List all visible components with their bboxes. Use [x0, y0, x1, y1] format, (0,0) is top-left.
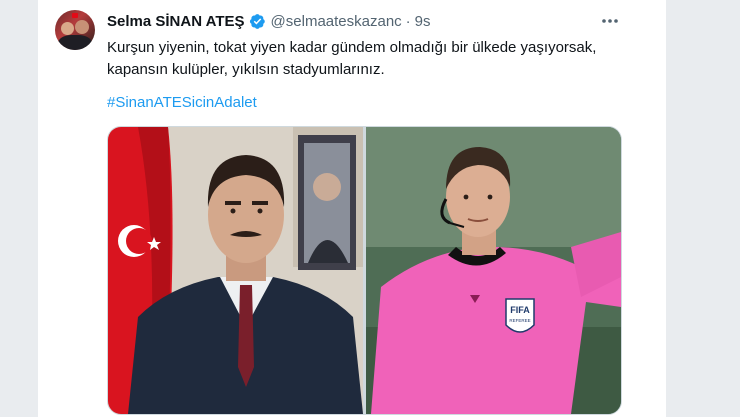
page: Selma SİNAN ATEŞ @selmaateskazanc · 9s K… [0, 0, 740, 417]
author-name[interactable]: Selma SİNAN ATEŞ [107, 13, 245, 30]
author-avatar[interactable] [55, 10, 95, 50]
author-handle[interactable]: @selmaateskazanc [271, 13, 402, 30]
avatar-clothes [58, 35, 92, 50]
photo-politician[interactable] [108, 127, 363, 414]
more-options-icon[interactable] [600, 11, 620, 31]
referee-badge-text: REFEREE [509, 318, 530, 323]
tweet-header: Selma SİNAN ATEŞ @selmaateskazanc · 9s [107, 11, 431, 31]
hashtag-link[interactable]: #SinanATESicinAdalet [107, 93, 257, 113]
verified-badge-icon [249, 13, 266, 30]
tweet-timestamp[interactable]: 9s [415, 13, 431, 30]
avatar-face-left [61, 22, 74, 35]
avatar-face-right [75, 20, 89, 34]
photo-referee[interactable]: FIFA REFEREE [366, 127, 621, 414]
tweet-text: Kurşun yiyenin, tokat yiyen kadar gündem… [107, 39, 597, 78]
flag-icon [72, 13, 78, 18]
tweet-card[interactable]: Selma SİNAN ATEŞ @selmaateskazanc · 9s K… [38, 0, 666, 417]
tweet-media[interactable]: FIFA REFEREE [107, 126, 622, 415]
fifa-badge-text: FIFA [510, 305, 530, 315]
separator-dot: · [405, 12, 411, 30]
